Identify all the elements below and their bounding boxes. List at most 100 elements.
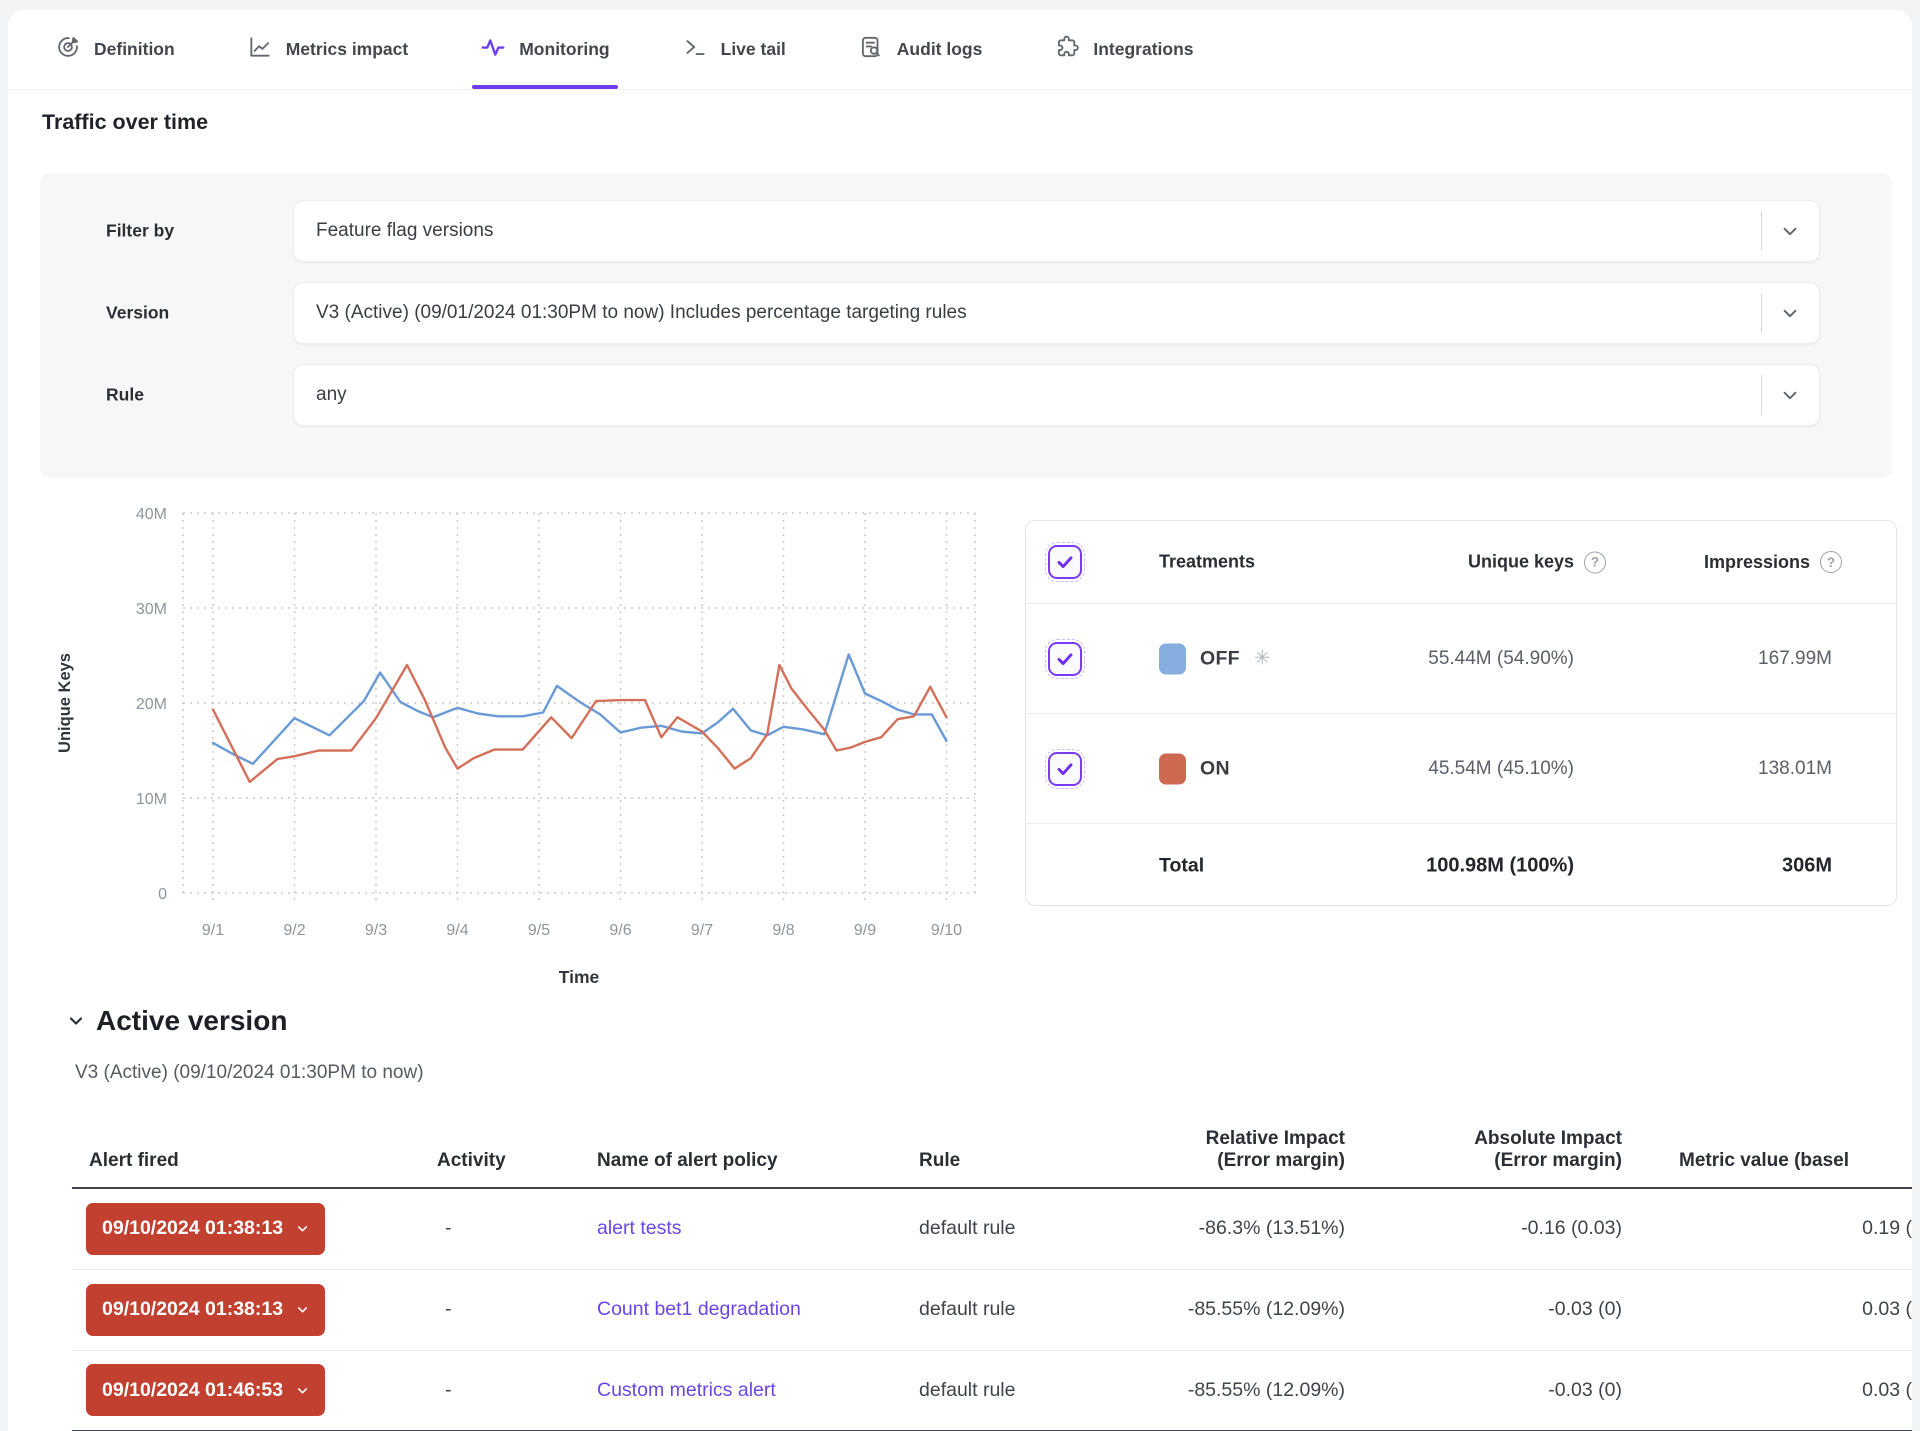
filter-by-select[interactable]: Feature flag versions [293,200,1820,262]
absolute-impact-cell: -0.16 (0.03) [1346,1188,1623,1269]
treatments-select-all-checkbox[interactable] [1048,545,1082,579]
version-select[interactable]: V3 (Active) (09/01/2024 01:30PM to now) … [293,282,1820,344]
traffic-over-time-chart: 010M20M30M40M9/19/29/39/49/59/69/79/89/9… [40,505,990,1000]
treatment-row-off: OFF ✳ 55.44M (54.90%) 167.99M [1026,604,1896,714]
alert-fired-badge[interactable]: 09/10/2024 01:38:13 [86,1284,325,1336]
tab-label: Definition [94,39,175,60]
activity-cell: - [432,1188,592,1269]
tab-live-tail[interactable]: Live tail [682,10,786,89]
monitoring-icon [480,34,506,65]
filter-by-value: Feature flag versions [294,220,493,242]
chevron-down-icon[interactable] [1761,283,1819,343]
svg-text:9/7: 9/7 [691,922,713,939]
off-color-swatch [1159,643,1186,674]
filter-panel: Filter by Feature flag versions Version … [40,173,1892,478]
col-rule: Rule [912,1090,1142,1188]
alert-row: 09/10/2024 01:38:13 - Count bet1 degrada… [72,1269,1912,1350]
svg-text:9/3: 9/3 [365,922,387,939]
relative-impact-cell: -85.55% (12.09%) [1142,1269,1346,1350]
treatment-name: OFF ✳ [1159,643,1271,674]
active-version-header: Active version [66,1005,287,1037]
integrations-icon [1054,34,1080,65]
svg-text:9/8: 9/8 [772,922,794,939]
chevron-down-icon[interactable] [1761,201,1819,261]
collapse-chevron-icon[interactable] [66,1011,86,1031]
tab-definition[interactable]: Definition [55,10,175,89]
tab-label: Audit logs [897,39,983,60]
activity-cell: - [432,1269,592,1350]
alert-row: 09/10/2024 01:46:53 - Custom metrics ale… [72,1350,1912,1431]
tab-label: Metrics impact [286,39,409,60]
tab-label: Live tail [721,39,786,60]
tab-metrics-impact[interactable]: Metrics impact [247,10,409,89]
treatments-total-row: Total 100.98M (100%) 306M [1026,824,1896,907]
default-treatment-icon: ✳ [1254,649,1271,669]
unique-keys-value: 45.54M (45.10%) [1334,758,1574,780]
metric-value-cell: 0.19 ( [1623,1188,1912,1269]
live-tail-icon [682,34,708,65]
chevron-down-icon [295,1221,310,1236]
alert-fired-badge[interactable]: 09/10/2024 01:38:13 [86,1203,325,1255]
unique-keys-value: 55.44M (54.90%) [1334,648,1574,670]
treatments-column-header: Treatments [1159,552,1255,573]
chevron-down-icon [295,1302,310,1317]
alert-policy-link[interactable]: Custom metrics alert [597,1379,776,1401]
monitoring-page: Definition Metrics impact Monitoring Liv… [8,10,1912,1431]
question-icon[interactable]: ? [1820,551,1842,573]
tab-integrations[interactable]: Integrations [1054,10,1193,89]
svg-text:Unique Keys: Unique Keys [56,653,74,753]
activity-cell: - [432,1350,592,1431]
col-relative-impact: Relative Impact(Error margin) [1142,1090,1346,1188]
rule-select[interactable]: any [293,364,1820,426]
definition-icon [55,34,81,65]
svg-text:9/2: 9/2 [283,922,305,939]
filter-by-label: Filter by [106,221,174,242]
tab-monitoring[interactable]: Monitoring [480,10,609,89]
active-version-title: Active version [96,1005,287,1037]
tab-audit-logs[interactable]: Audit logs [858,10,983,89]
on-color-swatch [1159,753,1186,784]
metric-value-cell: 0.03 ( [1623,1350,1912,1431]
svg-text:30M: 30M [136,601,167,618]
svg-text:Time: Time [559,967,600,987]
impressions-value: 167.99M [1592,648,1832,670]
total-label: Total [1159,854,1204,877]
impressions-header: Impressions ? [1552,551,1842,573]
rule-cell: default rule [912,1188,1142,1269]
rule-label: Rule [106,385,144,406]
alert-policy-link[interactable]: alert tests [597,1217,682,1239]
tab-label: Monitoring [519,39,609,60]
col-alert-fired: Alert fired [72,1090,432,1188]
svg-text:9/5: 9/5 [528,922,550,939]
audit-logs-icon [858,34,884,65]
svg-text:0: 0 [158,886,167,903]
treatment-off-checkbox[interactable] [1048,642,1082,676]
col-policy: Name of alert policy [592,1090,912,1188]
tab-label: Integrations [1093,39,1193,60]
col-absolute-impact: Absolute Impact(Error margin) [1346,1090,1623,1188]
unique-keys-header: Unique keys ? [1284,552,1574,573]
col-activity: Activity [432,1090,592,1188]
absolute-impact-cell: -0.03 (0) [1346,1350,1623,1431]
filter-row-version: Version V3 (Active) (09/01/2024 01:30PM … [40,282,1892,344]
version-value: V3 (Active) (09/01/2024 01:30PM to now) … [294,302,967,324]
relative-impact-cell: -86.3% (13.51%) [1142,1188,1346,1269]
treatment-on-checkbox[interactable] [1048,752,1082,786]
rule-cell: default rule [912,1269,1142,1350]
filter-row-rule: Rule any [40,364,1892,426]
treatments-header-row: Treatments Unique keys ? Impressions ? [1026,521,1896,604]
svg-text:9/6: 9/6 [609,922,631,939]
chevron-down-icon [295,1383,310,1398]
total-impressions: 306M [1592,854,1832,877]
treatments-card: Treatments Unique keys ? Impressions ? O… [1025,520,1897,906]
metrics-impact-icon [247,34,273,65]
chevron-down-icon[interactable] [1761,365,1819,425]
alert-policy-link[interactable]: Count bet1 degradation [597,1298,801,1320]
rule-cell: default rule [912,1350,1142,1431]
impressions-value: 138.01M [1592,758,1832,780]
alert-fired-badge[interactable]: 09/10/2024 01:46:53 [86,1364,325,1416]
svg-text:9/1: 9/1 [202,922,224,939]
alert-row: 09/10/2024 01:38:13 - alert tests defaul… [72,1188,1912,1269]
alerts-table-container: Alert fired Activity Name of alert polic… [72,1090,1912,1431]
filter-row-filter-by: Filter by Feature flag versions [40,200,1892,262]
